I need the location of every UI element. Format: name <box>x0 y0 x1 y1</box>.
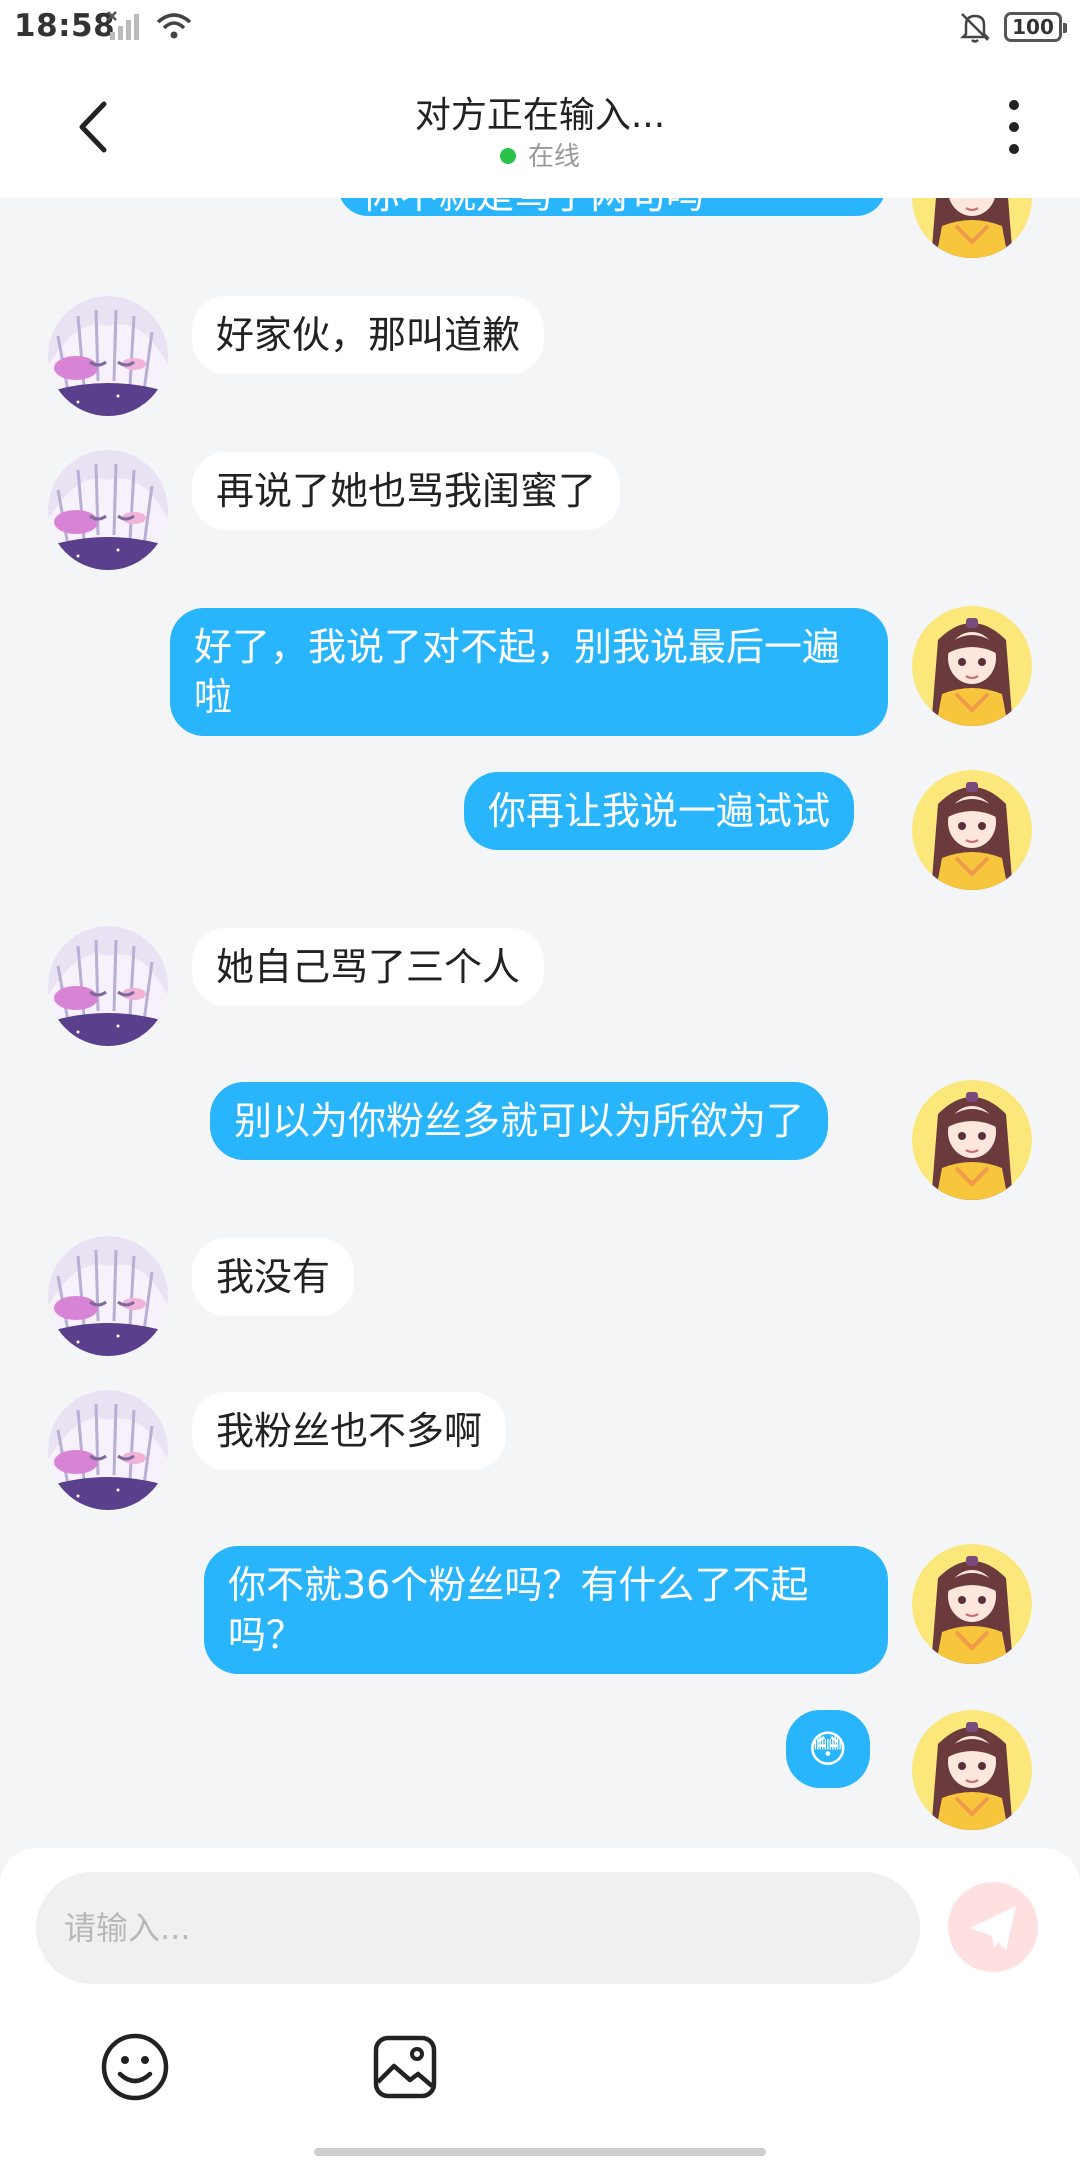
chat-header: 对方正在输入... 在线 <box>0 56 1080 198</box>
avatar-contact[interactable] <box>48 1236 168 1356</box>
signal-icon <box>107 11 139 40</box>
message-bubble-incoming[interactable]: 再说了她也骂我闺蜜了 <box>192 452 621 530</box>
message-bubble-outgoing[interactable]: 你不就是骂了两句吗 <box>338 198 886 216</box>
message-bubble-incoming[interactable]: 我粉丝也不多啊 <box>192 1392 507 1470</box>
battery-indicator: 100 <box>1004 12 1067 42</box>
message-input[interactable] <box>36 1872 920 1984</box>
message-bubble-incoming[interactable]: 我没有 <box>192 1238 355 1316</box>
avatar-self[interactable] <box>912 770 1032 890</box>
mute-bell-icon <box>959 13 991 43</box>
emoji-button[interactable] <box>100 2032 170 2102</box>
avatar-self[interactable] <box>912 1544 1032 1664</box>
chat-title: 对方正在输入... <box>414 95 666 136</box>
status-time: 18:58 <box>14 8 116 44</box>
online-status-label: 在线 <box>527 142 580 172</box>
avatar-contact[interactable] <box>48 296 168 416</box>
message-bubble-incoming[interactable]: 她自己骂了三个人 <box>192 928 545 1006</box>
composer <box>0 1848 1080 2160</box>
avatar-contact[interactable] <box>48 926 168 1046</box>
avatar-self[interactable] <box>912 1710 1032 1830</box>
avatar-self[interactable] <box>912 606 1032 726</box>
message-bubble-emoji[interactable]: 😳 <box>786 1710 870 1788</box>
send-button[interactable] <box>948 1882 1038 1972</box>
home-indicator[interactable] <box>314 2148 766 2156</box>
message-bubble-outgoing[interactable]: 你不就36个粉丝吗？有什么了不起吗？ <box>204 1546 888 1674</box>
avatar-contact[interactable] <box>48 1390 168 1510</box>
message-list[interactable]: 你不就是骂了两句吗 好家伙，那叫道歉 再说了她也骂我闺蜜了 好了，我说了对不起，… <box>0 198 1080 1848</box>
more-options-button[interactable] <box>996 100 1032 160</box>
avatar-contact[interactable] <box>48 450 168 570</box>
message-bubble-outgoing[interactable]: 别以为你粉丝多就可以为所欲为了 <box>210 1082 829 1160</box>
message-bubble-outgoing[interactable]: 好了，我说了对不起，别我说最后一遍啦 <box>170 608 888 736</box>
message-bubble-incoming[interactable]: 好家伙，那叫道歉 <box>192 296 545 374</box>
online-status: 在线 <box>0 136 1080 173</box>
status-bar: 18:58 100 <box>0 0 1080 56</box>
avatar-self[interactable] <box>912 1080 1032 1200</box>
paper-plane-icon <box>970 1906 1016 1950</box>
message-bubble-outgoing[interactable]: 你再让我说一遍试试 <box>464 772 855 850</box>
online-dot-icon <box>499 148 516 164</box>
image-button[interactable] <box>372 2034 438 2100</box>
avatar-self[interactable] <box>912 198 1032 258</box>
wifi-icon <box>156 13 192 39</box>
